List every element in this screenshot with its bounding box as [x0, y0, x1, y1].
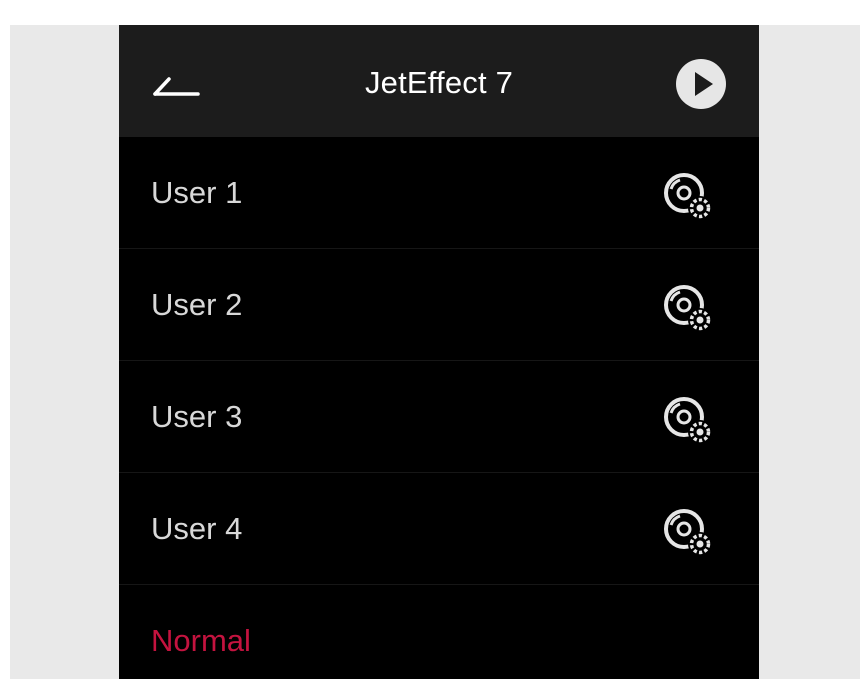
disc-settings-icon[interactable] [658, 168, 718, 224]
preset-item-user-1[interactable]: User 1 [119, 137, 759, 249]
play-icon [676, 59, 726, 109]
preset-item-normal[interactable]: Normal [119, 585, 759, 679]
preset-label: User 3 [151, 399, 243, 434]
preset-item-user-2[interactable]: User 2 [119, 249, 759, 361]
app-title: JetEffect 7 [364, 65, 514, 100]
preset-item-user-4[interactable]: User 4 [119, 473, 759, 585]
preset-label: User 1 [151, 175, 243, 210]
preset-list: User 1 User 2 User 3 User 4 [119, 137, 759, 585]
preset-label: User 2 [151, 287, 243, 322]
app-header: JetEffect 7 [119, 25, 759, 137]
disc-settings-icon[interactable] [658, 392, 718, 448]
preset-label: User 4 [151, 511, 243, 546]
preset-item-user-3[interactable]: User 3 [119, 361, 759, 473]
normal-preset-label: Normal [151, 623, 251, 658]
app-screen: JetEffect 7 User 1 User 2 User 3 User 4 … [119, 25, 759, 679]
disc-settings-icon[interactable] [658, 280, 718, 336]
play-button[interactable] [674, 57, 728, 111]
disc-settings-icon[interactable] [658, 504, 718, 560]
